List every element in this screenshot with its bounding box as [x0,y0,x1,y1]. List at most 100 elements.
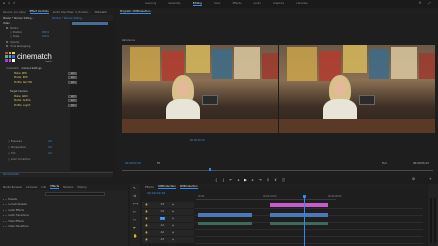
ec-timecode[interactable]: 00:00:00:00 [3,173,19,176]
adjust-value[interactable]: 0.0 [48,140,52,143]
effects-panel-tab-2[interactable]: Info [41,186,46,189]
program-fit-select[interactable]: Fit [157,162,160,165]
quick-export-icon[interactable]: ⇱ [419,2,422,5]
effects-panel-tab-4[interactable]: Markers [63,186,73,189]
timeline-playhead-head[interactable] [302,195,306,198]
workspace-effects[interactable]: Effects [233,2,242,6]
timeline-tab-2[interactable]: CMProduction [179,185,198,189]
hand-tool-icon[interactable]: ✋ [133,234,137,239]
timeline-playhead[interactable] [304,195,305,246]
section-time-remap[interactable]: fx Time Remapping [0,44,113,48]
track-lock-icon[interactable]: 🔒 [145,231,148,234]
go-to-in-icon[interactable]: ⇤ [229,179,232,183]
program-scrub-bar[interactable] [122,170,433,171]
effect-folder-audio-effects[interactable]: ▸ ▭ Audio Effects [0,208,128,212]
workspace-color[interactable]: Color [214,2,221,6]
section-video[interactable]: Video [0,21,113,25]
track-eye-icon[interactable]: ◉ [172,210,174,213]
play-icon[interactable]: ▶ [244,179,247,183]
program-playhead[interactable] [209,168,211,171]
pen-tool-icon[interactable]: ✒ [133,226,136,231]
ec-tab-2[interactable]: Audio Clip Mixer: 2_Horizon... [53,11,91,14]
selection-tool-icon[interactable]: ↖ [133,186,136,191]
track-lock-icon[interactable]: 🔒 [145,224,148,227]
ec-tab-3[interactable]: Metadata [95,11,107,14]
workspace-libraries[interactable]: Libraries [296,2,307,6]
step-back-icon[interactable]: ◂ [237,179,239,183]
track-eye-icon[interactable]: ◉ [172,231,174,234]
home-icon[interactable]: ⌂ [3,2,5,5]
effects-panel-tab-1[interactable]: Libraries [26,186,37,189]
effects-panel-tab-3[interactable]: Effects [50,185,60,189]
clip-v1-a[interactable] [198,213,252,217]
effect-folder-presets[interactable]: ▸ ▭ Presets [0,197,128,201]
mark-out-icon[interactable]: } [222,179,224,183]
program-zoom-select[interactable]: Full [382,162,386,165]
track-eye-icon[interactable]: ◉ [172,203,174,206]
ec-tab-0[interactable]: Source: (no clips) [3,11,26,14]
effects-panel-tab-0[interactable]: Media Browser [3,186,22,189]
track-select-icon[interactable]: ⇉ [133,194,136,199]
export-icon[interactable]: ⇧ [13,2,16,5]
clip-a1-b[interactable] [270,222,328,225]
folder-label: Audio Effects [8,208,24,212]
step-forward-icon[interactable]: ▸ [252,179,254,183]
source-camera-dropdown[interactable]: EMO [68,71,77,75]
effect-folder-video-transitions[interactable]: ▸ ▭ Video Transitions [0,225,128,229]
adjust-color-correction[interactable]: ○ Color Correction [0,157,113,161]
adjust-exposure[interactable]: ○ Exposure [0,139,113,143]
source-camera-dropdown[interactable]: EMO [68,76,77,79]
program-timecode-left[interactable]: 00:00:02:19 [125,162,141,165]
source-camera-row-label: Profile: Rec709 [14,80,32,84]
track-eye-icon[interactable]: ◉ [172,217,174,220]
effect-folder-video-effects[interactable]: ▸ ▭ Video Effects [0,219,128,223]
workspace-editing[interactable]: Editing [192,2,202,6]
timeline-tab-1[interactable]: CMProduction [157,185,176,189]
target-camera-dropdown[interactable]: EMO [68,94,77,98]
adjust-value[interactable]: 0.0 [48,152,52,155]
slip-tool-icon[interactable]: ⇿ [133,218,136,223]
workspace-graphics[interactable]: Graphics [273,2,284,6]
settings-icon[interactable]: ⚙ [412,177,415,182]
adjust-value[interactable]: 0.0 [48,146,52,149]
program-tab[interactable]: Program: CMProduction [120,10,151,14]
export-frame-icon[interactable]: ◫ [282,179,285,183]
workspace-audio[interactable]: Audio [253,2,260,6]
effect-folder-lumetri-presets[interactable]: ▸ ▭ Lumetri Presets [0,203,128,207]
target-camera-dropdown[interactable]: EMO [68,99,77,102]
clip-v1-b[interactable] [270,213,328,217]
mark-in-icon[interactable]: { [215,179,217,183]
poster [419,53,435,79]
track-lock-icon[interactable]: 🔒 [145,238,148,241]
center-timecode[interactable]: 00:00:02:19 [190,139,205,142]
adjust-temperature[interactable]: ○ Temperature [0,145,113,149]
track-lock-icon[interactable]: 🔒 [145,210,148,213]
lift-icon[interactable]: ⊼ [267,179,270,183]
timeline-timecode[interactable]: 00:00:02:19 [147,191,165,195]
razor-tool-icon[interactable]: ✂ [133,210,136,215]
motion-scale-value[interactable]: 100.0 [42,35,49,38]
adjust-tint[interactable]: ○ Tint [0,151,113,155]
workspace-assembly[interactable]: Assembly [168,2,181,6]
clip-a1-a[interactable] [198,222,252,225]
target-camera-dropdown[interactable]: EMO [68,103,77,107]
track-lock-icon[interactable]: 🔒 [145,217,148,220]
ec-tab-1[interactable]: Effect Controls [29,10,49,14]
add-button-icon[interactable]: + [429,177,432,182]
clip-v2-effect[interactable] [270,203,328,207]
fullscreen-icon[interactable]: ⤢ [428,2,430,5]
timeline-tab-0[interactable]: Effects [145,186,154,189]
source-camera-dropdown[interactable]: EMO [68,80,77,84]
effects-search-input[interactable] [45,192,105,196]
effect-folder-audio-transitions[interactable]: ▸ ▭ Audio Transitions [0,214,128,218]
track-eye-icon[interactable]: ◉ [172,238,174,241]
extract-icon[interactable]: ⊻ [274,179,277,183]
effects-panel-tab-5[interactable]: History [77,186,86,189]
track-eye-icon[interactable]: ◉ [172,224,174,227]
import-icon[interactable]: ⇩ [8,2,11,5]
go-to-out-icon[interactable]: ⇥ [259,179,262,183]
workspace-learning[interactable]: Learning [145,2,156,6]
ripple-edit-icon[interactable]: ⟷ [133,202,138,207]
ruler-label: 00:00 [198,195,205,198]
track-lock-icon[interactable]: 🔒 [145,203,148,206]
